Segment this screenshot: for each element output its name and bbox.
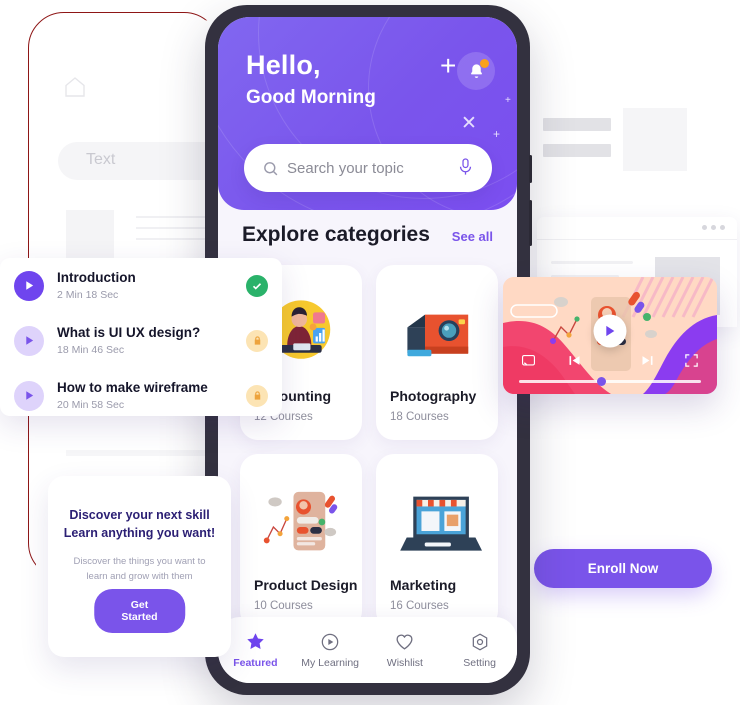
nav-label: Wishlist	[386, 657, 423, 669]
play-icon	[606, 325, 615, 336]
bottom-navigation: Featured My Learning Wishlist Setting	[218, 617, 517, 683]
discover-subtitle-line1: Discover the things you want to	[73, 556, 206, 568]
status-badge-locked	[246, 384, 268, 407]
nav-item-setting[interactable]: Setting	[445, 632, 515, 669]
wireframe-image-placeholder	[66, 210, 114, 258]
nav-item-my-learning[interactable]: My Learning	[295, 632, 365, 669]
play-button[interactable]	[14, 380, 44, 411]
sparkle-icon: ✕	[461, 113, 477, 134]
discover-subtitle: Discover the things you want to learn an…	[48, 554, 231, 584]
page-title: Explore categories	[242, 223, 430, 246]
heart-icon	[396, 634, 413, 650]
wireframe-divider	[66, 450, 216, 456]
status-badge-locked	[246, 329, 268, 352]
nav-label: My Learning	[301, 656, 360, 669]
sparkle-icon: +	[493, 127, 501, 141]
app-header: + ✕ + + Hello, Good Morning Search your	[218, 17, 517, 210]
microphone-icon[interactable]	[457, 157, 474, 178]
gear-hexagon-icon	[472, 632, 487, 651]
video-progress-knob[interactable]	[596, 377, 606, 386]
see-all-link[interactable]: See all	[452, 229, 493, 244]
category-card-marketing[interactable]: Marketing 16 Courses	[376, 454, 498, 629]
discover-card: Discover your next skill Learn anything …	[48, 476, 231, 657]
greeting-title: Hello,	[246, 50, 321, 80]
discover-subtitle-line2: learn and grow with them	[86, 571, 193, 583]
fullscreen-icon[interactable]	[684, 353, 699, 368]
discover-title-line1: Discover your next skill	[69, 508, 210, 522]
search-input[interactable]: Search your topic	[244, 144, 492, 192]
list-item[interactable]: How to make wireframe 20 Min 58 Sec	[0, 368, 282, 416]
category-card-photography[interactable]: Photography 18 Courses	[376, 265, 498, 440]
lesson-duration: 18 Min 46 Sec	[57, 344, 125, 357]
play-icon	[25, 281, 33, 290]
nav-label: Setting	[463, 656, 496, 669]
video-player-card	[503, 277, 717, 394]
search-icon	[264, 161, 278, 175]
nav-item-wishlist[interactable]: Wishlist	[370, 631, 440, 669]
play-icon	[25, 336, 33, 345]
lesson-title: Introduction	[57, 269, 136, 285]
lesson-title: How to make wireframe	[57, 379, 208, 395]
video-play-button[interactable]	[593, 314, 627, 348]
category-courses: 16 Courses	[390, 600, 449, 612]
sparkle-icon: +	[440, 50, 457, 81]
camera-illustration	[376, 279, 498, 387]
category-card-product-design[interactable]: Product Design 10 Courses	[240, 454, 362, 629]
previous-track-icon[interactable]	[567, 353, 582, 368]
category-courses: 18 Courses	[390, 411, 449, 423]
skeleton-line	[543, 144, 611, 157]
video-progress-bar[interactable]	[519, 377, 701, 386]
star-icon	[247, 633, 264, 649]
play-circle-icon	[321, 633, 339, 650]
sparkle-icon: +	[505, 95, 511, 106]
category-courses: 10 Courses	[254, 600, 313, 612]
nav-label: Featured	[233, 657, 278, 669]
list-item[interactable]: What is UI UX design? 18 Min 46 Sec	[0, 313, 282, 368]
get-started-button[interactable]: Get Started	[93, 589, 186, 633]
browser-line	[551, 261, 633, 264]
check-icon	[252, 282, 262, 290]
notification-button[interactable]	[457, 52, 495, 90]
skeleton-image-placeholder	[623, 108, 687, 171]
category-title: Photography	[390, 388, 477, 404]
status-badge-completed	[246, 274, 268, 297]
category-title: Marketing	[390, 577, 457, 593]
play-icon	[25, 391, 33, 400]
cast-icon[interactable]	[521, 353, 536, 368]
next-track-icon[interactable]	[640, 353, 655, 368]
play-button[interactable]	[14, 270, 44, 301]
discover-title-line2: Learn anything you want!	[63, 526, 216, 541]
browser-titlebar	[537, 217, 737, 240]
lesson-duration: 20 Min 58 Sec	[57, 399, 125, 412]
lock-icon	[254, 391, 260, 400]
composition-stage: Text + ✕ + + Hello, Good Morning Search …	[0, 0, 740, 705]
wireframe-search-placeholder: Text	[86, 151, 116, 168]
greeting-subtitle: Good Morning	[246, 87, 376, 108]
phone-power-button[interactable]	[529, 200, 532, 246]
category-row: Product Design 10 Courses Marketing 16 C…	[240, 454, 498, 629]
play-button[interactable]	[14, 325, 44, 356]
skeleton-line	[543, 118, 611, 131]
notification-dot	[480, 59, 489, 68]
enroll-now-button[interactable]: Enroll Now	[534, 549, 712, 588]
lock-icon	[254, 336, 260, 345]
category-title: Product Design	[254, 577, 358, 593]
lesson-title: What is UI UX design?	[57, 324, 201, 340]
laptop-shop-illustration	[376, 468, 498, 576]
window-dots-icon	[702, 225, 725, 230]
discover-title: Discover your next skill Learn anything …	[48, 506, 231, 542]
home-icon	[65, 77, 85, 97]
lesson-duration: 2 Min 18 Sec	[57, 289, 119, 302]
lesson-list-card: Introduction 2 Min 18 Sec What is UI UX …	[0, 258, 282, 416]
mobile-design-illustration	[240, 468, 362, 576]
phone-volume-button[interactable]	[529, 155, 532, 183]
explore-header: Explore categories See all	[218, 223, 517, 247]
list-item[interactable]: Introduction 2 Min 18 Sec	[0, 258, 282, 313]
search-placeholder: Search your topic	[287, 159, 404, 177]
skeleton-content-card	[543, 96, 698, 178]
